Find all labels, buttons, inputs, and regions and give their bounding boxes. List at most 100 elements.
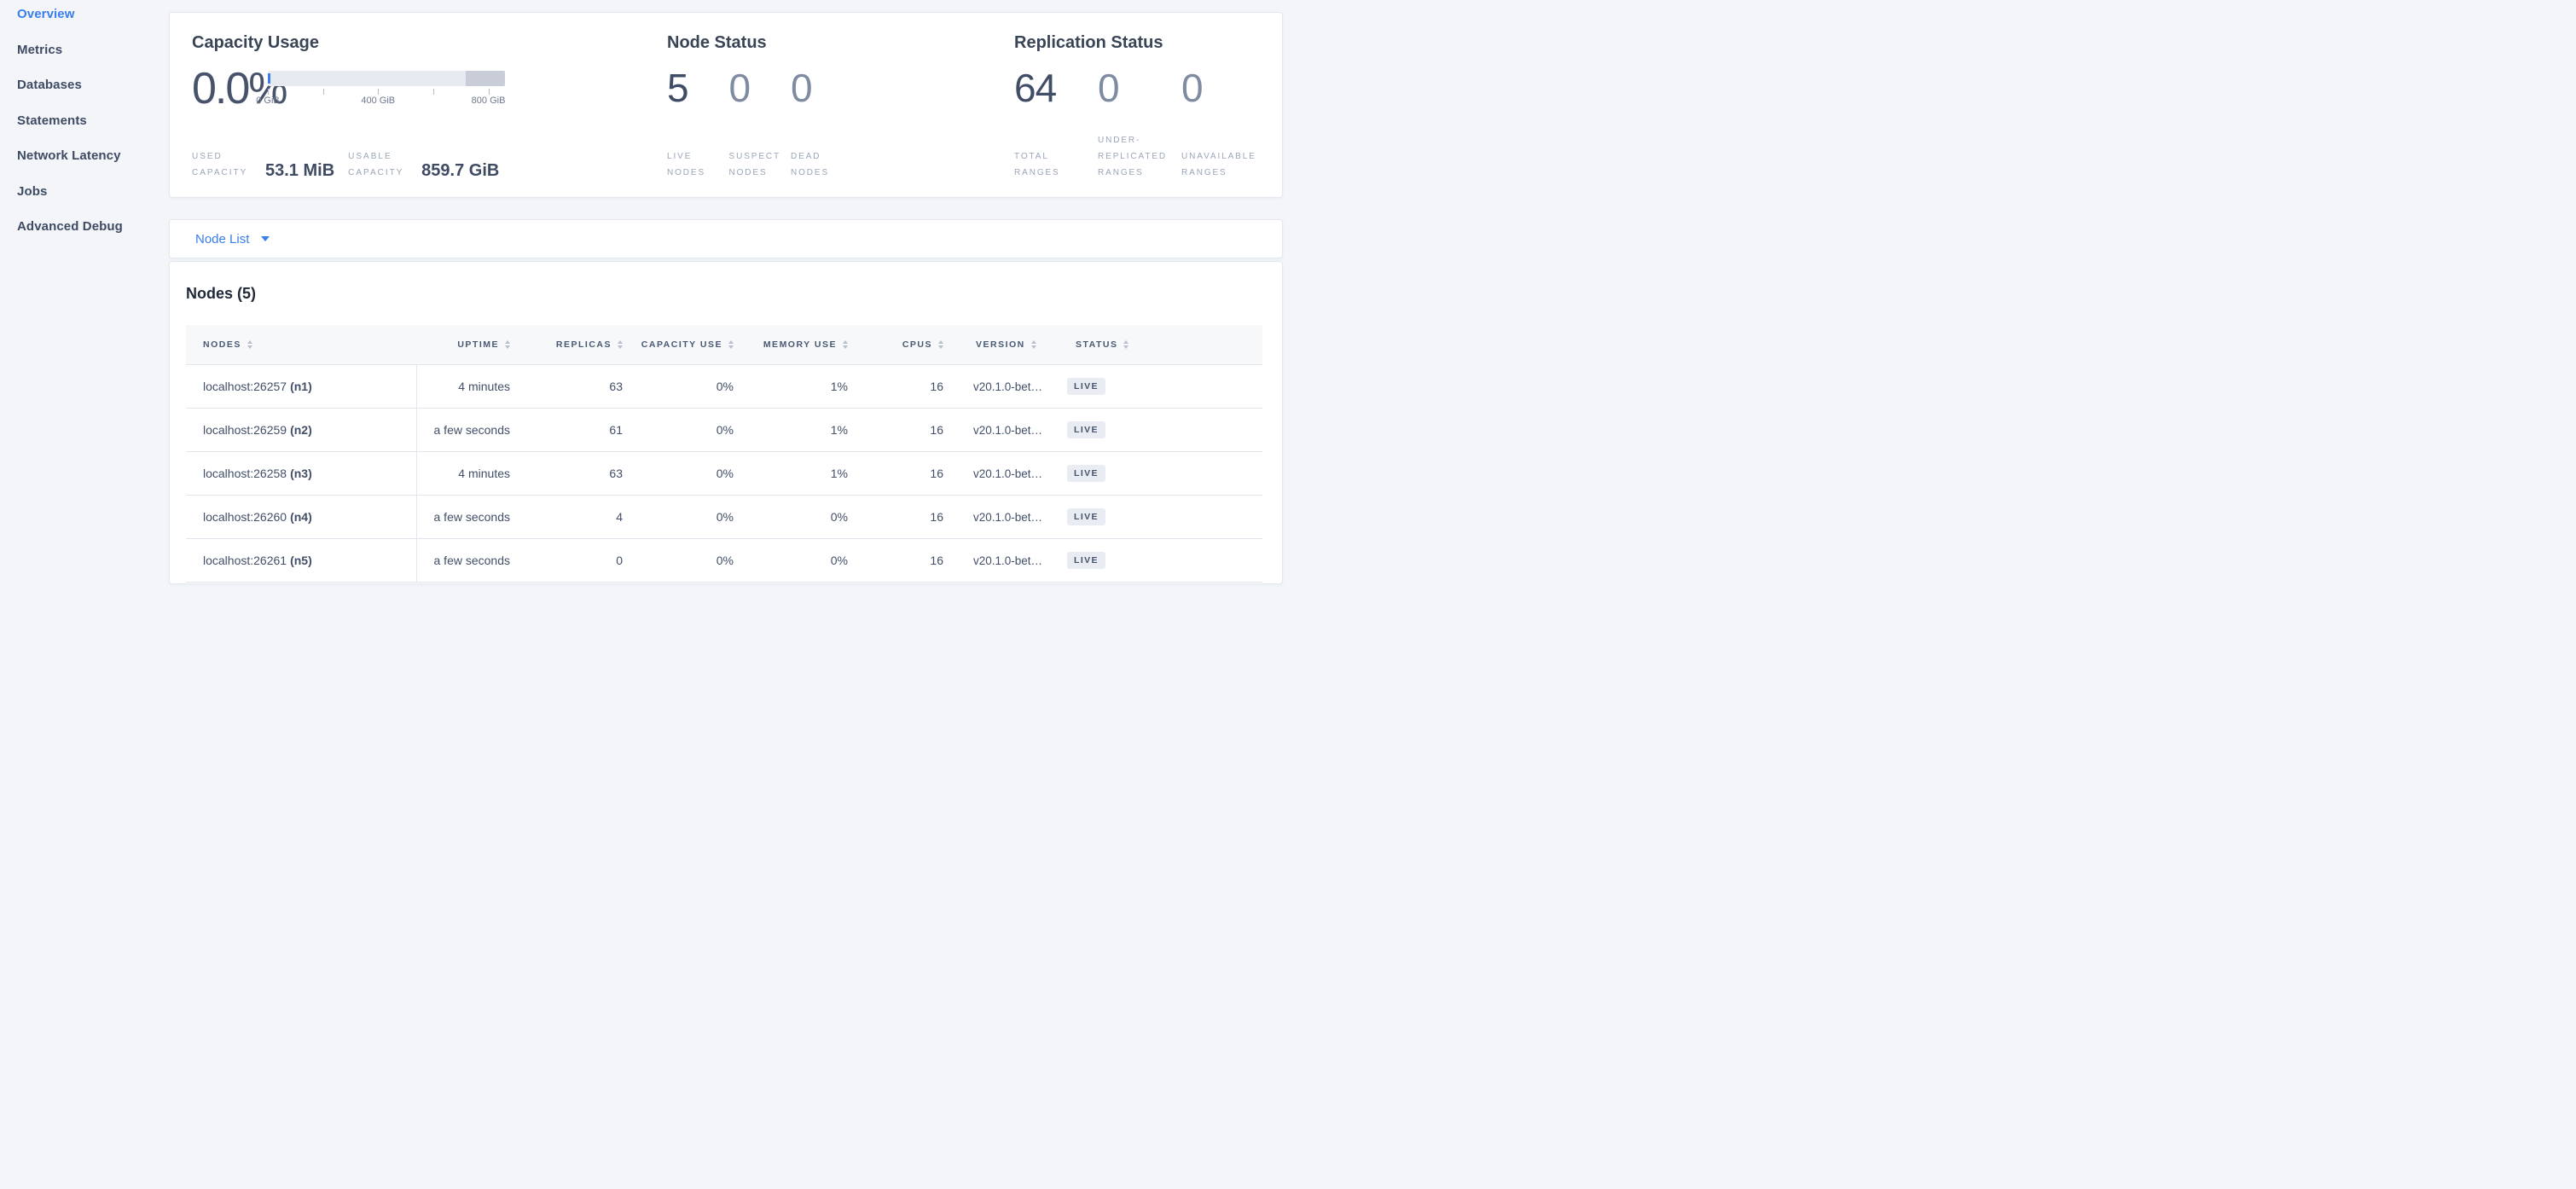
node-address: localhost:26257 bbox=[203, 380, 287, 393]
sidebar-item-jobs[interactable]: Jobs bbox=[0, 180, 169, 216]
node-status-title: Node Status bbox=[667, 32, 1014, 55]
sidebar-item-advanced-debug[interactable]: Advanced Debug bbox=[0, 215, 169, 251]
column-header-uptime[interactable]: UPTIME bbox=[416, 325, 525, 365]
column-header-label: CAPACITY USE bbox=[641, 339, 722, 351]
status-badge: LIVE bbox=[1067, 378, 1105, 395]
capacity-axis-labels: 0 GiB400 GiB800 GiB bbox=[268, 95, 505, 107]
cell-status: LIVE bbox=[1059, 496, 1262, 539]
capacity-usage-title: Capacity Usage bbox=[192, 32, 667, 55]
cell-name: localhost:26260(n4) bbox=[186, 496, 416, 539]
axis-tick bbox=[433, 89, 434, 95]
sidebar-item-databases[interactable]: Databases bbox=[0, 73, 169, 109]
cell-name: localhost:26261(n5) bbox=[186, 539, 416, 583]
stat-value: 64 bbox=[1014, 69, 1098, 107]
cell-capacity_use: 0% bbox=[638, 496, 749, 539]
stat-label: SUSPECT NODES bbox=[729, 148, 792, 181]
node-id: (n1) bbox=[290, 380, 312, 393]
stat: 0 UNDER-REPLICATED RANGES bbox=[1098, 69, 1181, 181]
column-header-cpus[interactable]: CPUS bbox=[863, 325, 959, 365]
cell-capacity_use: 0% bbox=[638, 452, 749, 496]
stat-value: 0 bbox=[791, 69, 853, 107]
used-capacity-value: 53.1 MiB bbox=[265, 161, 334, 181]
stat-value: 0 bbox=[1098, 69, 1181, 107]
column-header-memory_use[interactable]: MEMORY USE bbox=[749, 325, 863, 365]
sidebar-nav-list: Overview Metrics Databases Statements Ne… bbox=[0, 3, 169, 251]
cell-uptime: a few seconds bbox=[416, 496, 525, 539]
sidebar-item-link[interactable]: Network Latency bbox=[17, 147, 121, 180]
sidebar-item-link[interactable]: Metrics bbox=[17, 41, 62, 74]
cell-capacity_use: 0% bbox=[638, 409, 749, 452]
stat: 5 LIVE NODES bbox=[667, 69, 729, 181]
sidebar-item-link[interactable]: Databases bbox=[17, 76, 82, 109]
column-header-version[interactable]: VERSION bbox=[959, 325, 1059, 365]
sidebar-item-metrics[interactable]: Metrics bbox=[0, 38, 169, 74]
column-header-label: NODES bbox=[203, 339, 241, 351]
sidebar-item-link[interactable]: Advanced Debug bbox=[17, 218, 123, 251]
status-badge: LIVE bbox=[1067, 508, 1105, 525]
sort-icon[interactable] bbox=[247, 340, 252, 349]
sidebar-item-statements[interactable]: Statements bbox=[0, 109, 169, 145]
node-id: (n3) bbox=[290, 467, 312, 480]
column-header-capacity_use[interactable]: CAPACITY USE bbox=[638, 325, 749, 365]
sidebar-item-link[interactable]: Statements bbox=[17, 112, 87, 145]
capacity-bar-chart: 0 GiB400 GiB800 GiB bbox=[268, 71, 505, 107]
cell-uptime: 4 minutes bbox=[416, 365, 525, 409]
axis-label: 400 GiB bbox=[361, 96, 395, 106]
usable-capacity-stat: USABLE CAPACITY 859.7 GiB bbox=[348, 148, 499, 181]
axis-tick bbox=[268, 89, 269, 95]
replication-status-section: Replication Status 64 TOTAL RANGES 0 UND… bbox=[1014, 32, 1256, 183]
cell-cpus: 16 bbox=[863, 409, 959, 452]
sort-icon[interactable] bbox=[938, 340, 943, 349]
stat: 64 TOTAL RANGES bbox=[1014, 69, 1098, 181]
sort-icon[interactable] bbox=[618, 340, 623, 349]
sidebar-item-link[interactable]: Overview bbox=[17, 5, 75, 38]
column-header-name[interactable]: NODES bbox=[186, 325, 416, 365]
cell-replicas: 0 bbox=[525, 539, 638, 583]
node-id: (n2) bbox=[290, 423, 312, 437]
sort-icon[interactable] bbox=[505, 340, 510, 349]
node-address: localhost:26260 bbox=[203, 510, 287, 524]
capacity-footer: USED CAPACITY 53.1 MiB USABLE CAPACITY 8… bbox=[192, 148, 667, 181]
cell-name: localhost:26259(n2) bbox=[186, 409, 416, 452]
cell-memory_use: 1% bbox=[749, 365, 863, 409]
axis-label: 800 GiB bbox=[472, 96, 506, 106]
column-header-label: MEMORY USE bbox=[763, 339, 837, 351]
cell-cpus: 16 bbox=[863, 365, 959, 409]
column-header-label: STATUS bbox=[1076, 339, 1117, 351]
cell-status: LIVE bbox=[1059, 365, 1262, 409]
column-header-replicas[interactable]: REPLICAS bbox=[525, 325, 638, 365]
table-row: localhost:26259(n2)a few seconds610%1%16… bbox=[186, 409, 1262, 452]
cell-memory_use: 1% bbox=[749, 409, 863, 452]
nodes-table: NODES UPTIMEREPLICASCAPACITY USE MEMORY US… bbox=[186, 325, 1262, 583]
sidebar-item-network-latency[interactable]: Network Latency bbox=[0, 144, 169, 180]
cell-version: v20.1.0-bet… bbox=[959, 496, 1059, 539]
cell-cpus: 16 bbox=[863, 539, 959, 583]
stat-label: DEAD NODES bbox=[791, 148, 853, 181]
sort-icon[interactable] bbox=[1031, 340, 1036, 349]
node-status-section: Node Status 5 LIVE NODES 0 SUSPECT NODES… bbox=[667, 32, 1014, 183]
axis-tick bbox=[323, 89, 324, 95]
node-address: localhost:26261 bbox=[203, 554, 287, 567]
node-address: localhost:26259 bbox=[203, 423, 287, 437]
sidebar-item-link[interactable]: Jobs bbox=[17, 183, 47, 216]
stat-label: TOTAL RANGES bbox=[1014, 148, 1093, 181]
node-list-dropdown[interactable]: Node List bbox=[169, 219, 1283, 258]
table-row: localhost:26258(n3)4 minutes630%1%16v20.… bbox=[186, 452, 1262, 496]
sort-icon[interactable] bbox=[1123, 340, 1128, 349]
usable-capacity-label: USABLE CAPACITY bbox=[348, 148, 409, 181]
cell-name: localhost:26257(n1) bbox=[186, 365, 416, 409]
node-list-dropdown-label[interactable]: Node List bbox=[195, 232, 249, 246]
axis-tick bbox=[378, 89, 379, 95]
replication-status-stats: 64 TOTAL RANGES 0 UNDER-REPLICATED RANGE… bbox=[1014, 69, 1256, 181]
sidebar-item-overview[interactable]: Overview bbox=[0, 3, 169, 38]
stat: 0 DEAD NODES bbox=[791, 69, 853, 181]
replication-status-title: Replication Status bbox=[1014, 32, 1256, 55]
sort-icon[interactable] bbox=[843, 340, 848, 349]
status-badge: LIVE bbox=[1067, 552, 1105, 569]
nodes-table-title: Nodes (5) bbox=[186, 283, 1266, 304]
sort-icon[interactable] bbox=[728, 340, 734, 349]
stat: 0 SUSPECT NODES bbox=[729, 69, 792, 181]
status-badge: LIVE bbox=[1067, 421, 1105, 438]
column-header-status[interactable]: STATUS bbox=[1059, 325, 1262, 365]
cell-uptime: a few seconds bbox=[416, 409, 525, 452]
